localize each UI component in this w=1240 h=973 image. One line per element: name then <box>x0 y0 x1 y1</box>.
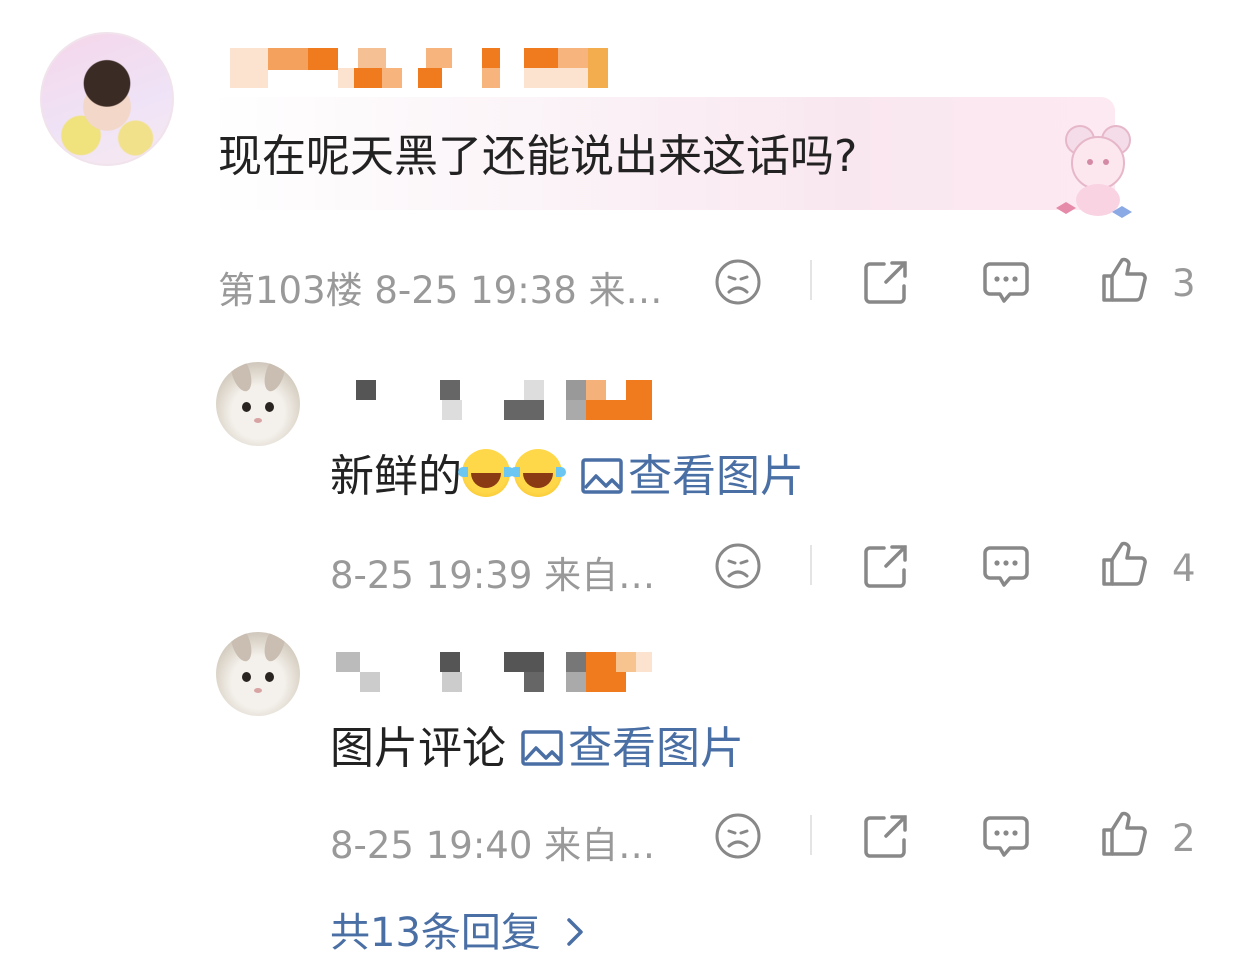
view-picture-link[interactable]: 查看图片 <box>520 723 744 774</box>
sad-face-icon[interactable] <box>714 812 762 860</box>
share-icon[interactable] <box>862 542 910 590</box>
main-comment-like-count: 3 <box>1172 262 1196 305</box>
image-icon <box>521 730 563 766</box>
thumbs-up-icon[interactable] <box>1100 256 1148 304</box>
share-icon[interactable] <box>862 258 910 306</box>
comment-icon[interactable] <box>982 812 1030 860</box>
comment-icon[interactable] <box>982 542 1030 590</box>
main-comment-username-mosaic[interactable] <box>218 40 618 88</box>
thumbs-up-icon[interactable] <box>1100 810 1148 858</box>
laugh-cry-emoji <box>510 449 566 497</box>
reply-like-count: 4 <box>1172 547 1196 590</box>
main-comment-text: 现在呢天黑了还能说出来这话吗? <box>218 131 858 182</box>
more-replies-label: 共13条回复 <box>330 910 541 956</box>
reply-text-row: 新鲜的 查看图片 <box>330 440 804 504</box>
action-divider <box>810 260 812 300</box>
reply-username-mosaic[interactable] <box>330 648 670 696</box>
sad-face-icon[interactable] <box>714 542 762 590</box>
reply-meta: 8-25 19:39 来自… <box>330 554 656 597</box>
reply-meta: 8-25 19:40 来自… <box>330 824 656 867</box>
main-comment-meta: 第103楼 8-25 19:38 来… <box>218 269 663 312</box>
thumbs-up-icon[interactable] <box>1100 540 1148 588</box>
comment-icon[interactable] <box>982 258 1030 306</box>
reply-avatar[interactable] <box>216 632 300 716</box>
laugh-cry-emoji <box>458 449 514 497</box>
more-replies-link[interactable]: 共13条回复 <box>330 900 590 958</box>
reply-text-row: 图片评论 查看图片 <box>330 712 744 776</box>
sad-face-icon[interactable] <box>714 258 762 306</box>
action-divider <box>810 545 812 585</box>
action-divider <box>810 815 812 855</box>
view-picture-label: 查看图片 <box>568 723 744 774</box>
reply-comment-text: 新鲜的 <box>330 451 462 502</box>
image-icon <box>581 458 623 494</box>
chevron-right-icon <box>566 918 583 946</box>
view-picture-link[interactable]: 查看图片 <box>580 451 804 502</box>
share-icon[interactable] <box>862 812 910 860</box>
main-comment-avatar[interactable] <box>40 32 174 166</box>
bubble-sticker-decoration <box>1056 125 1132 218</box>
view-picture-label: 查看图片 <box>628 451 804 502</box>
reply-comment-text: 图片评论 <box>330 723 520 774</box>
reply-avatar[interactable] <box>216 362 300 446</box>
reply-like-count: 2 <box>1172 817 1196 860</box>
reply-username-mosaic[interactable] <box>330 376 670 424</box>
